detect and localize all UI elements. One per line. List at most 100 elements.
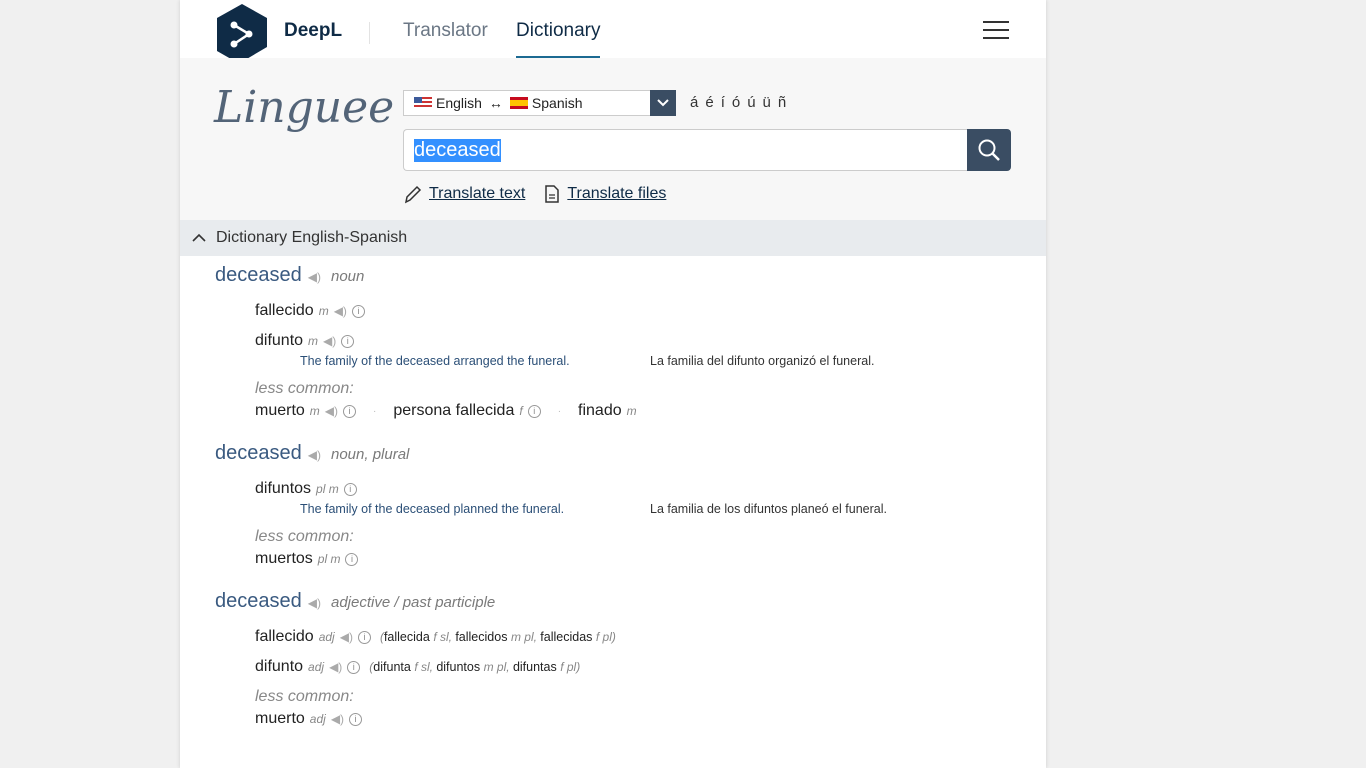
translation-word[interactable]: muerto — [255, 402, 305, 420]
separator: · — [373, 405, 377, 417]
grammar-tag: f pl — [595, 630, 612, 644]
speaker-icon[interactable]: ◀) — [334, 304, 347, 318]
speaker-icon[interactable]: ◀) — [323, 334, 336, 348]
grammar-tag: m pl — [483, 660, 507, 674]
inflections: (difunta f sl, difuntos m pl, difuntas f… — [369, 660, 581, 674]
grammar-tag: f — [519, 404, 523, 418]
translate-text-link[interactable]: Translate text — [403, 184, 525, 204]
speaker-icon[interactable]: ◀) — [308, 448, 321, 462]
less-common-list: muertos pl m i — [255, 548, 1015, 570]
dictionary-results: deceased ◀) noun fallecido m ◀) i difunto m ◀) i Th… — [215, 264, 1015, 750]
inflection-word: difuntos — [436, 660, 481, 674]
nav-dictionary[interactable]: Dictionary — [516, 20, 601, 59]
less-common-label: less common: — [255, 528, 354, 545]
grammar-tag: adj — [308, 660, 325, 674]
example-sentence: The family of the deceased planned the f… — [300, 500, 1015, 518]
char-button[interactable]: é — [705, 94, 713, 111]
swap-arrows-icon: ↔ — [488, 95, 503, 111]
info-icon[interactable]: i — [357, 630, 371, 644]
info-icon[interactable]: i — [347, 660, 361, 674]
lang-from: English — [436, 95, 482, 111]
translation-word[interactable]: difunto — [255, 658, 303, 676]
example-es: La familia del difunto organizó el funer… — [650, 354, 875, 368]
grammar-tag: pl m — [317, 552, 341, 566]
translate-files-link[interactable]: Translate files — [543, 184, 666, 204]
translation-word[interactable]: fallecido — [255, 302, 314, 320]
speaker-icon[interactable]: ◀) — [308, 596, 321, 610]
grammar-tag: m — [626, 404, 637, 418]
example-en: The family of the deceased planned the f… — [300, 502, 565, 516]
translation-item: difunto m ◀) i — [255, 330, 1015, 352]
grammar-tag: m — [318, 304, 329, 318]
example-sentence: The family of the deceased arranged the … — [300, 352, 1015, 370]
divider — [369, 22, 370, 44]
char-button[interactable]: ñ — [778, 94, 786, 111]
chevron-down-icon[interactable] — [650, 90, 676, 116]
nav-translator[interactable]: Translator — [403, 20, 488, 42]
search-query: deceased — [414, 138, 501, 162]
document-icon — [545, 185, 560, 203]
translation-word[interactable]: finado — [578, 402, 622, 420]
us-flag-icon — [414, 97, 432, 109]
inflection-word: fallecidos — [455, 630, 508, 644]
char-button[interactable]: á — [690, 94, 698, 111]
example-es: La familia de los difuntos planeó el fun… — [650, 502, 887, 516]
pencil-icon — [404, 185, 422, 204]
part-of-speech: noun — [330, 268, 365, 285]
grammar-tag: m pl — [510, 630, 534, 644]
headword[interactable]: deceased — [215, 264, 302, 287]
lang-to: Spanish — [531, 95, 583, 111]
speaker-icon[interactable]: ◀) — [331, 712, 344, 726]
info-icon[interactable]: i — [349, 712, 363, 726]
separator: · — [557, 405, 562, 417]
grammar-tag: adj — [309, 712, 326, 726]
brand-name[interactable]: DeepL — [284, 20, 342, 42]
hamburger-menu-icon[interactable] — [983, 21, 1009, 39]
info-icon[interactable]: i — [351, 304, 365, 318]
translation-word[interactable]: fallecido — [255, 628, 314, 646]
info-icon[interactable]: i — [527, 404, 541, 418]
translation-word[interactable]: persona fallecida — [393, 402, 514, 420]
speaker-icon[interactable]: ◀) — [325, 404, 338, 418]
less-common-list: muerto adj ◀) i — [255, 708, 1015, 730]
translation-item: difunto adj ◀) i (difunta f sl, difuntos m p… — [255, 656, 1015, 678]
search-button[interactable] — [967, 129, 1011, 171]
grammar-tag: adj — [318, 630, 335, 644]
inflection-word: fallecida — [383, 630, 430, 644]
grammar-tag: m — [308, 334, 319, 348]
language-pair-select[interactable]: English ↔ Spanish — [403, 90, 676, 116]
search-icon — [978, 139, 1000, 161]
info-icon[interactable]: i — [345, 552, 359, 566]
translate-files-label: Translate files — [567, 185, 667, 202]
char-button[interactable]: ú — [747, 94, 755, 111]
speaker-icon[interactable]: ◀) — [308, 270, 321, 284]
char-button[interactable]: í — [721, 94, 725, 111]
search-input[interactable]: deceased — [403, 129, 968, 171]
translation-word[interactable]: difunto — [255, 332, 303, 350]
char-button[interactable]: ü — [763, 94, 771, 111]
info-icon[interactable]: i — [343, 482, 357, 496]
headword[interactable]: deceased — [215, 442, 302, 465]
dictionary-section-header[interactable]: Dictionary English-Spanish — [180, 220, 1046, 256]
linguee-logo[interactable]: Linguee — [214, 82, 394, 133]
info-icon[interactable]: i — [343, 404, 357, 418]
translation-word[interactable]: difuntos — [255, 480, 311, 498]
inflection-word: difunta — [373, 660, 411, 674]
speaker-icon[interactable]: ◀) — [329, 660, 342, 674]
spain-flag-icon — [509, 97, 528, 109]
translation-word[interactable]: muerto — [255, 710, 305, 728]
inflections: (fallecida f sl, fallecidos m pl, fallec… — [379, 630, 616, 644]
part-of-speech: adjective / past participle — [330, 594, 496, 611]
grammar-tag: m — [309, 404, 320, 418]
translation-item: fallecido m ◀) i — [255, 300, 1015, 322]
chevron-up-icon — [192, 233, 206, 242]
char-button[interactable]: ó — [732, 94, 740, 111]
speaker-icon[interactable]: ◀) — [340, 630, 353, 644]
example-en: The family of the deceased arranged the … — [300, 354, 570, 368]
less-common-label: less common: — [255, 688, 354, 705]
grammar-tag: f pl — [560, 660, 577, 674]
info-icon[interactable]: i — [341, 334, 355, 348]
headword[interactable]: deceased — [215, 590, 302, 613]
translation-word[interactable]: muertos — [255, 550, 313, 568]
top-header: DeepL Translator Dictionary — [180, 0, 1046, 67]
